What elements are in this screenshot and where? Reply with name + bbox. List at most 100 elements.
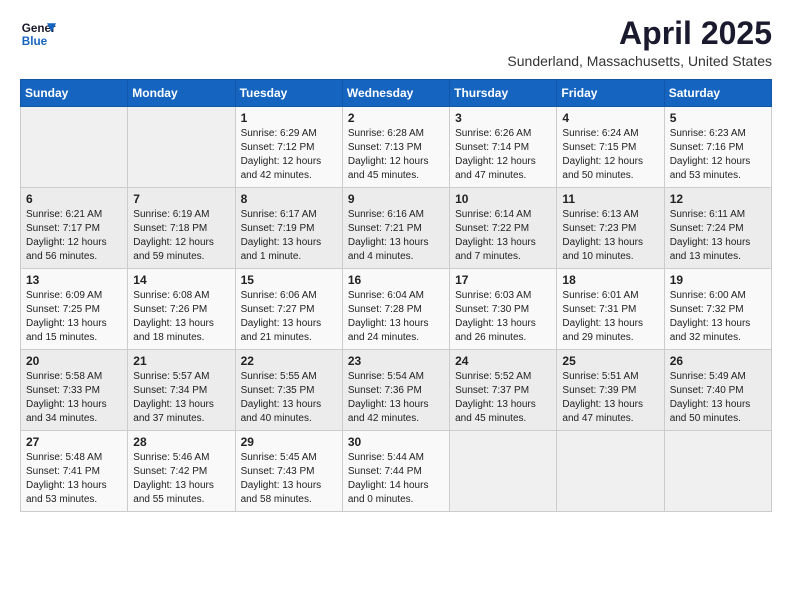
day-info: Sunrise: 6:19 AM Sunset: 7:18 PM Dayligh… <box>133 208 229 264</box>
calendar-cell: 24 Sunrise: 5:52 AM Sunset: 7:37 PM Dayli… <box>450 350 557 431</box>
day-info: Sunrise: 5:52 AM Sunset: 7:37 PM Dayligh… <box>455 370 551 426</box>
calendar-cell: 6 Sunrise: 6:21 AM Sunset: 7:17 PM Daylig… <box>21 188 128 269</box>
calendar-cell: 28Sunrise: 5:46 AM Sunset: 7:42 PM Dayli… <box>128 431 235 512</box>
day-number: 30 <box>348 435 444 449</box>
day-number: 8 <box>241 192 337 206</box>
month-title: April 2025 <box>507 16 772 51</box>
calendar-cell: 25Sunrise: 5:51 AM Sunset: 7:39 PM Dayli… <box>557 350 664 431</box>
day-info: Sunrise: 6:16 AM Sunset: 7:21 PM Dayligh… <box>348 208 444 264</box>
svg-text:Blue: Blue <box>22 35 48 48</box>
day-number: 19 <box>670 273 766 287</box>
calendar-cell: 18 Sunrise: 6:01 AM Sunset: 7:31 PM Dayli… <box>557 269 664 350</box>
day-number: 22 <box>241 354 337 368</box>
day-info: Sunrise: 6:17 AM Sunset: 7:19 PM Dayligh… <box>241 208 337 264</box>
day-info: Sunrise: 5:58 AM Sunset: 7:33 PM Dayligh… <box>26 370 122 426</box>
day-info: Sunrise: 5:44 AM Sunset: 7:44 PM Dayligh… <box>348 451 444 507</box>
day-info: Sunrise: 6:14 AM Sunset: 7:22 PM Dayligh… <box>455 208 551 264</box>
logo: General Blue <box>20 16 56 52</box>
calendar-cell: 7 Sunrise: 6:19 AM Sunset: 7:18 PM Daylig… <box>128 188 235 269</box>
day-number: 21 <box>133 354 229 368</box>
weekday-header: Wednesday <box>342 80 449 107</box>
day-number: 23 <box>348 354 444 368</box>
day-info: Sunrise: 5:54 AM Sunset: 7:36 PM Dayligh… <box>348 370 444 426</box>
day-info: Sunrise: 6:03 AM Sunset: 7:30 PM Dayligh… <box>455 289 551 345</box>
day-info: Sunrise: 5:57 AM Sunset: 7:34 PM Dayligh… <box>133 370 229 426</box>
day-number: 25 <box>562 354 658 368</box>
calendar-cell: 13Sunrise: 6:09 AM Sunset: 7:25 PM Dayli… <box>21 269 128 350</box>
calendar-cell: 26 Sunrise: 5:49 AM Sunset: 7:40 PM Dayli… <box>664 350 771 431</box>
day-info: Sunrise: 6:04 AM Sunset: 7:28 PM Dayligh… <box>348 289 444 345</box>
calendar-cell <box>21 107 128 188</box>
title-block: April 2025 Sunderland, Massachusetts, Un… <box>507 16 772 69</box>
day-info: Sunrise: 6:11 AM Sunset: 7:24 PM Dayligh… <box>670 208 766 264</box>
day-number: 26 <box>670 354 766 368</box>
calendar-cell <box>557 431 664 512</box>
logo-icon: General Blue <box>20 16 56 52</box>
day-info: Sunrise: 5:55 AM Sunset: 7:35 PM Dayligh… <box>241 370 337 426</box>
calendar-cell: 29 Sunrise: 5:45 AM Sunset: 7:43 PM Dayli… <box>235 431 342 512</box>
calendar-cell <box>664 431 771 512</box>
day-info: Sunrise: 5:45 AM Sunset: 7:43 PM Dayligh… <box>241 451 337 507</box>
day-number: 24 <box>455 354 551 368</box>
day-number: 17 <box>455 273 551 287</box>
calendar-cell: 23 Sunrise: 5:54 AM Sunset: 7:36 PM Dayli… <box>342 350 449 431</box>
calendar-cell: 9 Sunrise: 6:16 AM Sunset: 7:21 PM Daylig… <box>342 188 449 269</box>
day-info: Sunrise: 6:23 AM Sunset: 7:16 PM Dayligh… <box>670 127 766 183</box>
weekday-header: Monday <box>128 80 235 107</box>
day-number: 10 <box>455 192 551 206</box>
calendar-cell: 10 Sunrise: 6:14 AM Sunset: 7:22 PM Dayli… <box>450 188 557 269</box>
day-number: 9 <box>348 192 444 206</box>
calendar-cell: 3 Sunrise: 6:26 AM Sunset: 7:14 PM Daylig… <box>450 107 557 188</box>
day-number: 6 <box>26 192 122 206</box>
day-number: 7 <box>133 192 229 206</box>
calendar-cell <box>128 107 235 188</box>
calendar-cell <box>450 431 557 512</box>
calendar-week: 27Sunrise: 5:48 AM Sunset: 7:41 PM Dayli… <box>21 431 772 512</box>
calendar-cell: 12 Sunrise: 6:11 AM Sunset: 7:24 PM Dayli… <box>664 188 771 269</box>
calendar-cell: 14 Sunrise: 6:08 AM Sunset: 7:26 PM Dayli… <box>128 269 235 350</box>
day-number: 15 <box>241 273 337 287</box>
calendar-cell: 17 Sunrise: 6:03 AM Sunset: 7:30 PM Dayli… <box>450 269 557 350</box>
weekday-header: Sunday <box>21 80 128 107</box>
calendar-body: 1 Sunrise: 6:29 AM Sunset: 7:12 PM Daylig… <box>21 107 772 512</box>
calendar-cell: 4 Sunrise: 6:24 AM Sunset: 7:15 PM Daylig… <box>557 107 664 188</box>
calendar-week: 20 Sunrise: 5:58 AM Sunset: 7:33 PM Dayli… <box>21 350 772 431</box>
calendar-cell: 5Sunrise: 6:23 AM Sunset: 7:16 PM Daylig… <box>664 107 771 188</box>
weekday-header: Friday <box>557 80 664 107</box>
calendar-cell: 2Sunrise: 6:28 AM Sunset: 7:13 PM Daylig… <box>342 107 449 188</box>
calendar-cell: 20 Sunrise: 5:58 AM Sunset: 7:33 PM Dayli… <box>21 350 128 431</box>
calendar-cell: 30 Sunrise: 5:44 AM Sunset: 7:44 PM Dayli… <box>342 431 449 512</box>
calendar-cell: 19Sunrise: 6:00 AM Sunset: 7:32 PM Dayli… <box>664 269 771 350</box>
day-number: 28 <box>133 435 229 449</box>
day-number: 18 <box>562 273 658 287</box>
location: Sunderland, Massachusetts, United States <box>507 53 772 69</box>
day-number: 29 <box>241 435 337 449</box>
calendar-week: 1 Sunrise: 6:29 AM Sunset: 7:12 PM Daylig… <box>21 107 772 188</box>
day-number: 16 <box>348 273 444 287</box>
weekday-header: Saturday <box>664 80 771 107</box>
calendar: SundayMondayTuesdayWednesdayThursdayFrid… <box>20 79 772 512</box>
day-info: Sunrise: 6:06 AM Sunset: 7:27 PM Dayligh… <box>241 289 337 345</box>
day-info: Sunrise: 6:24 AM Sunset: 7:15 PM Dayligh… <box>562 127 658 183</box>
day-number: 13 <box>26 273 122 287</box>
day-info: Sunrise: 6:08 AM Sunset: 7:26 PM Dayligh… <box>133 289 229 345</box>
calendar-week: 6 Sunrise: 6:21 AM Sunset: 7:17 PM Daylig… <box>21 188 772 269</box>
day-info: Sunrise: 5:49 AM Sunset: 7:40 PM Dayligh… <box>670 370 766 426</box>
day-info: Sunrise: 5:48 AM Sunset: 7:41 PM Dayligh… <box>26 451 122 507</box>
header: General Blue April 2025 Sunderland, Mass… <box>20 16 772 69</box>
day-number: 20 <box>26 354 122 368</box>
calendar-cell: 11Sunrise: 6:13 AM Sunset: 7:23 PM Dayli… <box>557 188 664 269</box>
day-number: 14 <box>133 273 229 287</box>
calendar-header: SundayMondayTuesdayWednesdayThursdayFrid… <box>21 80 772 107</box>
day-number: 3 <box>455 111 551 125</box>
calendar-cell: 1 Sunrise: 6:29 AM Sunset: 7:12 PM Daylig… <box>235 107 342 188</box>
day-info: Sunrise: 6:21 AM Sunset: 7:17 PM Dayligh… <box>26 208 122 264</box>
day-info: Sunrise: 6:26 AM Sunset: 7:14 PM Dayligh… <box>455 127 551 183</box>
day-number: 4 <box>562 111 658 125</box>
calendar-cell: 15 Sunrise: 6:06 AM Sunset: 7:27 PM Dayli… <box>235 269 342 350</box>
day-number: 1 <box>241 111 337 125</box>
day-info: Sunrise: 6:29 AM Sunset: 7:12 PM Dayligh… <box>241 127 337 183</box>
day-info: Sunrise: 6:01 AM Sunset: 7:31 PM Dayligh… <box>562 289 658 345</box>
day-number: 11 <box>562 192 658 206</box>
day-number: 12 <box>670 192 766 206</box>
